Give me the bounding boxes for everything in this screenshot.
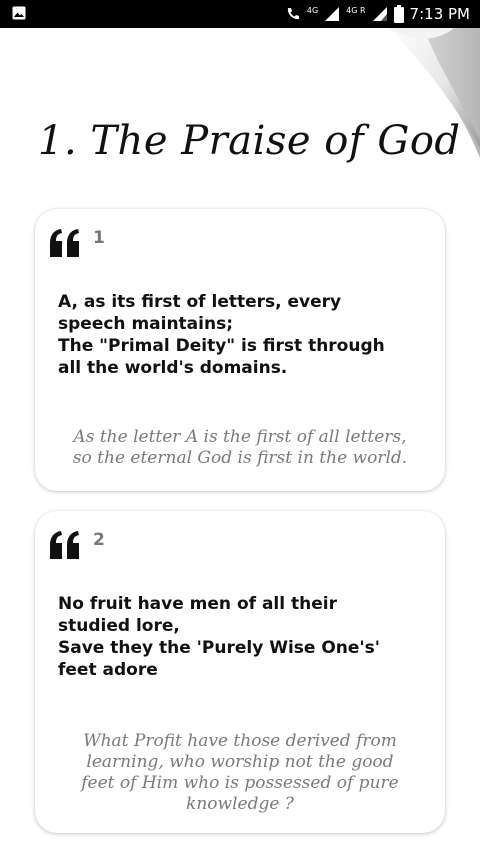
verse-meaning: What Profit have those derived from lear… [47, 731, 433, 815]
signal-icon [325, 7, 340, 21]
page-title: 1. The Praise of God [38, 118, 461, 164]
signal-icon-2 [372, 7, 387, 21]
verse-line: A, as its first of letters, every [58, 292, 342, 312]
verse-line: all the world's domains. [58, 358, 288, 378]
meaning-line: feet of Him who is possessed of pure [81, 773, 399, 793]
verse-line: feet adore [58, 660, 158, 680]
meaning-line: As the letter A is the first of all lett… [73, 427, 407, 447]
meaning-line: so the eternal God is first in the world… [72, 448, 408, 468]
verse-text: A, as its first of letters, every speech… [58, 291, 428, 379]
status-bar: 4G 4G R 7:13 PM [0, 0, 480, 28]
call-icon [287, 8, 299, 20]
image-icon [12, 6, 26, 20]
meaning-line: What Profit have those derived from [83, 731, 397, 751]
verse-card: 2 No fruit have men of all their studied… [35, 511, 445, 833]
quote-icon [50, 531, 79, 559]
verse-number: 1 [93, 228, 105, 248]
verse-card: 1 A, as its first of letters, every spee… [35, 209, 445, 491]
verse-meaning: As the letter A is the first of all lett… [47, 427, 433, 469]
status-time: 7:13 PM [409, 5, 470, 23]
battery-icon [393, 5, 404, 23]
network-label-1: 4G [306, 5, 319, 15]
meaning-line: learning, who worship not the good [86, 752, 394, 772]
meaning-line: knowledge ? [186, 794, 294, 814]
verse-line: Save they the 'Purely Wise One's' [58, 638, 380, 658]
verse-line: speech maintains; [58, 314, 234, 334]
verse-line: studied lore, [58, 616, 180, 636]
verse-number: 2 [93, 530, 105, 550]
quote-icon [50, 229, 79, 257]
verse-line: The "Primal Deity" is first through [58, 336, 385, 356]
network-label-2: 4G R [346, 5, 366, 15]
verse-line: No fruit have men of all their [58, 594, 337, 614]
verse-text: No fruit have men of all their studied l… [58, 593, 428, 681]
